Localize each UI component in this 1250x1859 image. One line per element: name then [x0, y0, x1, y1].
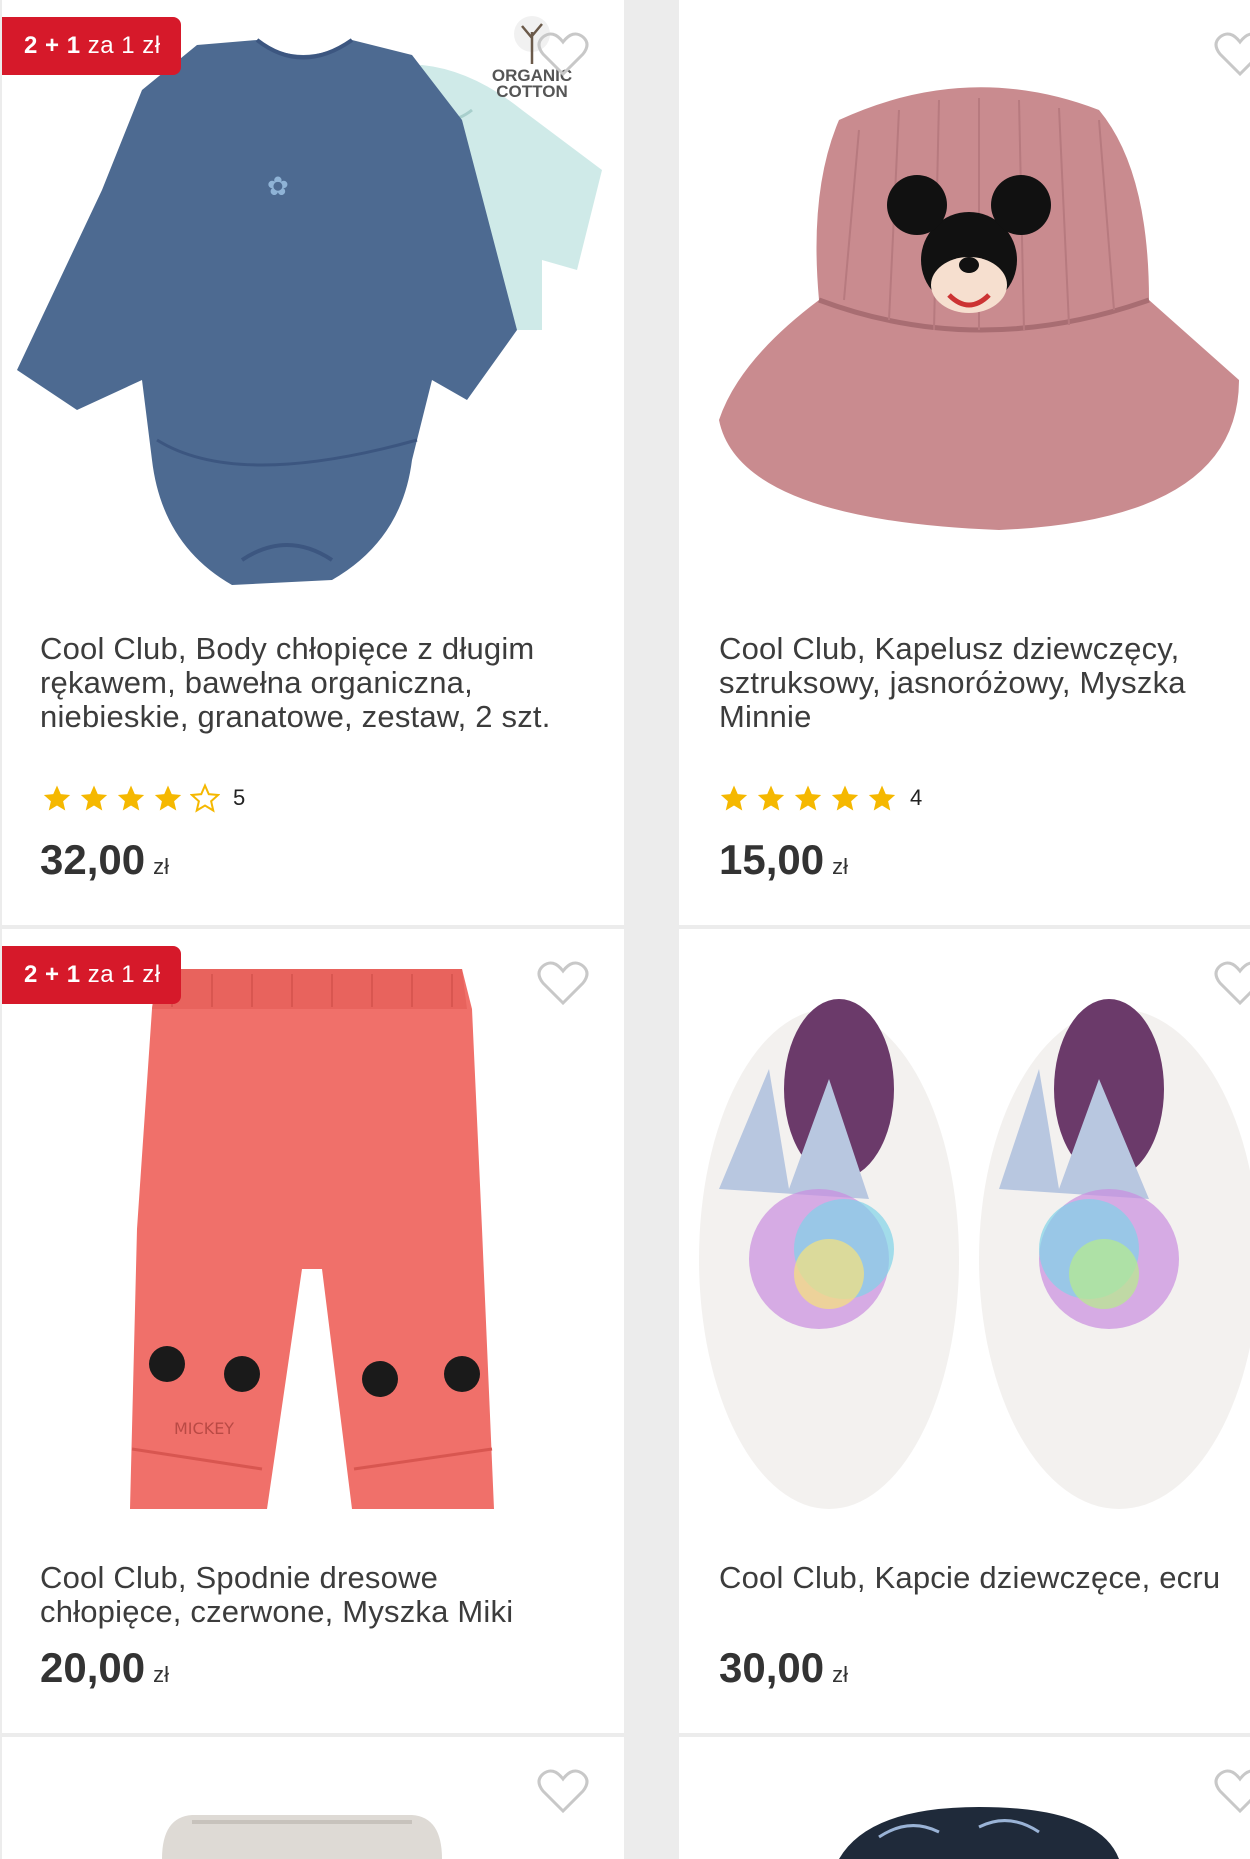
price-currency: zł	[153, 1662, 169, 1687]
rating-stars: 5	[42, 783, 245, 813]
product-image-partial[interactable]	[679, 1737, 1250, 1859]
product-price: 32,00 zł	[40, 836, 169, 884]
product-title[interactable]: Cool Club, Kapelusz dziewczęcy, sztrukso…	[719, 632, 1249, 734]
product-image-partial[interactable]	[2, 1737, 624, 1859]
svg-text:MICKEY: MICKEY	[174, 1419, 234, 1438]
star-filled-icon	[80, 785, 108, 811]
product-image-slippers[interactable]	[679, 929, 1250, 1529]
star-filled-icon	[794, 785, 822, 811]
product-title[interactable]: Cool Club, Body chłopięce z długim rękaw…	[40, 632, 580, 734]
price-currency: zł	[832, 1662, 848, 1687]
product-image-pants[interactable]: MICKEY	[2, 929, 624, 1529]
star-filled-icon	[720, 785, 748, 811]
product-price: 30,00 zł	[719, 1644, 848, 1692]
promo-badge-main: 2 + 1	[24, 32, 81, 59]
promo-badge-main: 2 + 1	[24, 961, 81, 988]
star-filled-icon	[831, 785, 859, 811]
promo-badge: 2 + 1 za 1 zł	[2, 946, 181, 1004]
price-value: 30,00	[719, 1644, 825, 1691]
star-filled-icon	[757, 785, 785, 811]
star-filled-icon	[154, 785, 182, 811]
heart-icon[interactable]	[537, 959, 589, 1007]
rating-count: 5	[233, 785, 246, 810]
price-currency: zł	[153, 854, 169, 879]
product-price: 15,00 zł	[719, 836, 848, 884]
price-value: 32,00	[40, 836, 146, 883]
product-card[interactable]	[2, 1737, 624, 1859]
rating-stars: 4	[719, 783, 922, 813]
heart-icon[interactable]	[537, 30, 589, 78]
rating-count: 4	[910, 785, 923, 810]
star-filled-icon	[43, 785, 71, 811]
promo-badge: 2 + 1 za 1 zł	[2, 17, 181, 75]
svg-text:✿: ✿	[267, 172, 289, 202]
price-value: 15,00	[719, 836, 825, 883]
product-title[interactable]: Cool Club, Kapcie dziewczęce, ecru	[719, 1561, 1250, 1595]
product-image-hat[interactable]	[679, 0, 1250, 600]
promo-badge-small: za 1 zł	[87, 32, 161, 59]
heart-icon[interactable]	[1214, 30, 1250, 78]
product-card[interactable]: ✿ ✿ ORGANIC COTTON 2 + 1 za 1 zł Cool Cl…	[2, 0, 624, 925]
product-card[interactable]: Cool Club, Kapcie dziewczęce, ecru 30,00…	[679, 929, 1250, 1733]
heart-icon[interactable]	[1214, 959, 1250, 1007]
product-card[interactable]	[679, 1737, 1250, 1859]
price-value: 20,00	[40, 1644, 146, 1691]
product-title[interactable]: Cool Club, Spodnie dresowe chłopięce, cz…	[40, 1561, 580, 1629]
product-card[interactable]: Cool Club, Kapelusz dziewczęcy, sztrukso…	[679, 0, 1250, 925]
product-price: 20,00 zł	[40, 1644, 169, 1692]
star-filled-icon	[868, 785, 896, 811]
star-filled-icon	[117, 785, 145, 811]
star-empty-icon	[190, 783, 220, 813]
promo-badge-small: za 1 zł	[87, 961, 161, 988]
price-currency: zł	[832, 854, 848, 879]
product-card[interactable]: MICKEY 2 + 1 za 1 zł Cool Club, Spodnie …	[2, 929, 624, 1733]
